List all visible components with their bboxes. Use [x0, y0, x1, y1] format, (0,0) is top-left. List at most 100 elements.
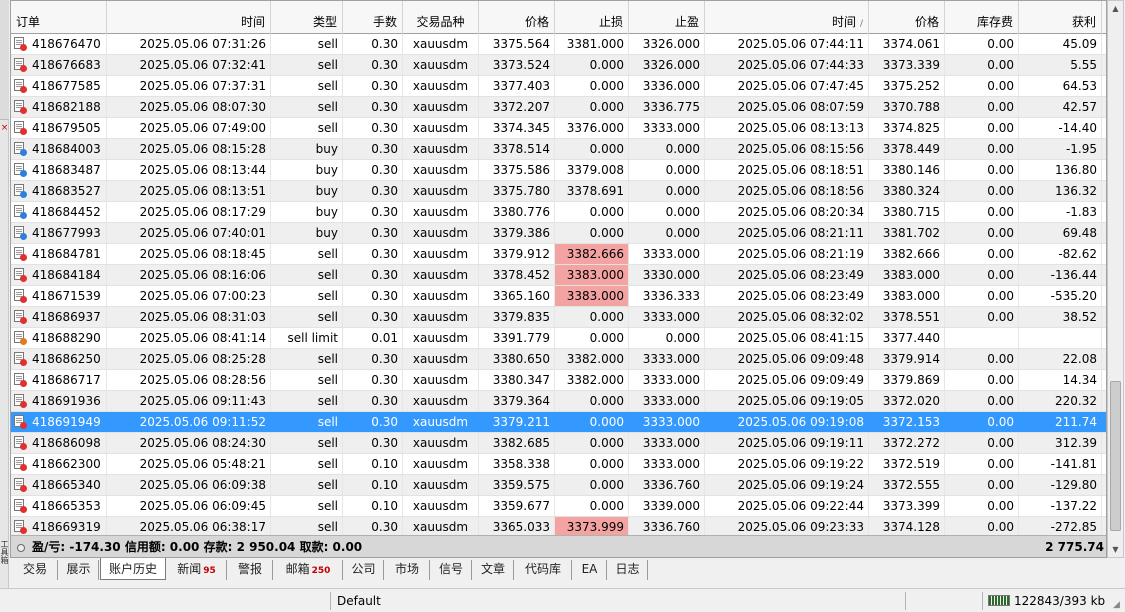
scroll-down-icon[interactable]: ▼: [1108, 542, 1123, 557]
cell-order: 418684452: [11, 202, 107, 222]
cell-lots: 0.30: [343, 160, 403, 180]
cell-symbol: xauusdm: [403, 370, 479, 390]
table-row[interactable]: 418686937 2025.05.06 08:31:03 sell 0.30 xauu…: [11, 307, 1106, 328]
col-header-symbol[interactable]: 交易品种: [403, 1, 479, 34]
col-header-lots[interactable]: 手数: [343, 1, 403, 34]
cell-type: buy: [271, 202, 343, 222]
cell-swap: 0.00: [945, 286, 1019, 306]
table-row[interactable]: 418691949 2025.05.06 09:11:52 sell 0.30 xauu…: [11, 412, 1106, 433]
tab-8[interactable]: 市场: [385, 560, 430, 580]
table-row[interactable]: 418686098 2025.05.06 08:24:30 sell 0.30 xauu…: [11, 433, 1106, 454]
table-row[interactable]: 418683527 2025.05.06 08:13:51 buy 0.30 xauus…: [11, 181, 1106, 202]
cell-type: sell: [271, 412, 343, 432]
cell-symbol: xauusdm: [403, 517, 479, 537]
tab-12[interactable]: EA: [573, 560, 607, 580]
table-row[interactable]: 418679505 2025.05.06 07:49:00 sell 0.30 xauu…: [11, 118, 1106, 139]
cell-order: 418688290: [11, 328, 107, 348]
col-header-close-time[interactable]: 时间 /: [705, 1, 869, 34]
col-header-tp[interactable]: 止盈: [629, 1, 705, 34]
tab-4[interactable]: 新闻 95: [167, 560, 227, 580]
col-header-close-price[interactable]: 价格: [869, 1, 945, 34]
table-row[interactable]: 418676470 2025.05.06 07:31:26 sell 0.30 xauu…: [11, 34, 1106, 55]
table-row[interactable]: 418686250 2025.05.06 08:25:28 sell 0.30 xauu…: [11, 349, 1106, 370]
cell-close-price: 3380.324: [869, 181, 945, 201]
table-row[interactable]: 418677993 2025.05.06 07:40:01 buy 0.30 xauus…: [11, 223, 1106, 244]
cell-open-price: 3375.586: [479, 160, 555, 180]
table-row[interactable]: 418671539 2025.05.06 07:00:23 sell 0.30 xauu…: [11, 286, 1106, 307]
col-header-swap[interactable]: 库存费: [945, 1, 1019, 34]
table-row[interactable]: 418686717 2025.05.06 08:28:56 sell 0.30 xauu…: [11, 370, 1106, 391]
tab-1[interactable]: 交易: [13, 560, 58, 580]
cell-symbol: xauusdm: [403, 181, 479, 201]
sort-indicator-icon: /: [859, 19, 863, 29]
cell-type: sell: [271, 286, 343, 306]
cell-sl: 3376.000: [555, 118, 629, 138]
cell-symbol: xauusdm: [403, 391, 479, 411]
cell-profit: 136.32: [1019, 181, 1102, 201]
tab-2[interactable]: 展示: [59, 560, 99, 580]
cell-tp: 3333.000: [629, 433, 705, 453]
tab-7[interactable]: 公司: [344, 560, 384, 580]
cell-lots: 0.30: [343, 391, 403, 411]
cell-close-time: 2025.05.06 09:19:05: [705, 391, 869, 411]
table-row[interactable]: 418688290 2025.05.06 08:41:14 sell limit 0.…: [11, 328, 1106, 349]
col-header-profit[interactable]: 获利: [1019, 1, 1102, 34]
scrollbar-thumb[interactable]: [1110, 381, 1121, 531]
table-row[interactable]: 418683487 2025.05.06 08:13:44 buy 0.30 xauus…: [11, 160, 1106, 181]
table-row[interactable]: 418676683 2025.05.06 07:32:41 sell 0.30 xauu…: [11, 55, 1106, 76]
cell-type: sell: [271, 244, 343, 264]
cell-symbol: xauusdm: [403, 139, 479, 159]
cell-order: 418691936: [11, 391, 107, 411]
close-icon[interactable]: ×: [0, 124, 9, 133]
buy-order-icon: [14, 142, 27, 156]
tab-6[interactable]: 邮箱 250: [274, 560, 343, 580]
order-number: 418679505: [32, 121, 101, 135]
table-row[interactable]: 418682188 2025.05.06 08:07:30 sell 0.30 xauu…: [11, 97, 1106, 118]
table-row[interactable]: 418684452 2025.05.06 08:17:29 buy 0.30 xauus…: [11, 202, 1106, 223]
table-row[interactable]: 418684003 2025.05.06 08:15:28 buy 0.30 xauus…: [11, 139, 1106, 160]
col-header-sl[interactable]: 止损: [555, 1, 629, 34]
cell-sl: 0.000: [555, 223, 629, 243]
col-header-open-price[interactable]: 价格: [479, 1, 555, 34]
cell-close-price: 3378.449: [869, 139, 945, 159]
cell-sl: 3373.999: [555, 517, 629, 537]
status-connection[interactable]: 122843/393 kb: [988, 589, 1105, 612]
order-number: 418684781: [32, 247, 101, 261]
tab-3[interactable]: 账户历史: [100, 558, 166, 580]
cell-tp: 3333.000: [629, 391, 705, 411]
cell-profit: -1.95: [1019, 139, 1102, 159]
cell-close-price: 3372.153: [869, 412, 945, 432]
table-row[interactable]: 418677585 2025.05.06 07:37:31 sell 0.30 xauu…: [11, 76, 1106, 97]
cell-sl: 0.000: [555, 391, 629, 411]
status-profile[interactable]: Default: [337, 589, 381, 612]
toolbox-side-tab[interactable]: [0, 0, 9, 120]
tab-9[interactable]: 信号: [431, 560, 472, 580]
cell-open-time: 2025.05.06 08:25:28: [107, 349, 271, 369]
tab-13[interactable]: 日志: [608, 560, 648, 580]
cell-sl: 3381.000: [555, 34, 629, 54]
vertical-scrollbar[interactable]: ▲ ▼: [1107, 0, 1124, 558]
tab-11[interactable]: 代码库: [515, 560, 572, 580]
tab-label: 信号: [438, 562, 463, 576]
col-header-order[interactable]: 订单: [11, 1, 107, 34]
resize-grip-icon[interactable]: ◢: [1113, 600, 1123, 610]
table-row[interactable]: 418684184 2025.05.06 08:16:06 sell 0.30 xauu…: [11, 265, 1106, 286]
cell-close-time: 2025.05.06 08:13:13: [705, 118, 869, 138]
col-header-open-time[interactable]: 时间: [107, 1, 271, 34]
table-row[interactable]: 418665353 2025.05.06 06:09:45 sell 0.10 xauu…: [11, 496, 1106, 517]
cell-profit: 38.52: [1019, 307, 1102, 327]
cell-close-time: 2025.05.06 08:21:19: [705, 244, 869, 264]
tab-10[interactable]: 文章: [473, 560, 514, 580]
scroll-up-icon[interactable]: ▲: [1108, 1, 1123, 16]
table-row[interactable]: 418662300 2025.05.06 05:48:21 sell 0.10 xauu…: [11, 454, 1106, 475]
col-header-type[interactable]: 类型: [271, 1, 343, 34]
cell-type: sell limit: [271, 328, 343, 348]
sell-order-icon: [14, 436, 27, 450]
cell-profit: 42.57: [1019, 97, 1102, 117]
table-row[interactable]: 418691936 2025.05.06 09:11:43 sell 0.30 xauu…: [11, 391, 1106, 412]
cell-type: sell: [271, 370, 343, 390]
table-row[interactable]: 418684781 2025.05.06 08:18:45 sell 0.30 xauu…: [11, 244, 1106, 265]
table-row[interactable]: 418665340 2025.05.06 06:09:38 sell 0.10 xauu…: [11, 475, 1106, 496]
cell-order: 418684184: [11, 265, 107, 285]
tab-5[interactable]: 警报: [228, 560, 273, 580]
